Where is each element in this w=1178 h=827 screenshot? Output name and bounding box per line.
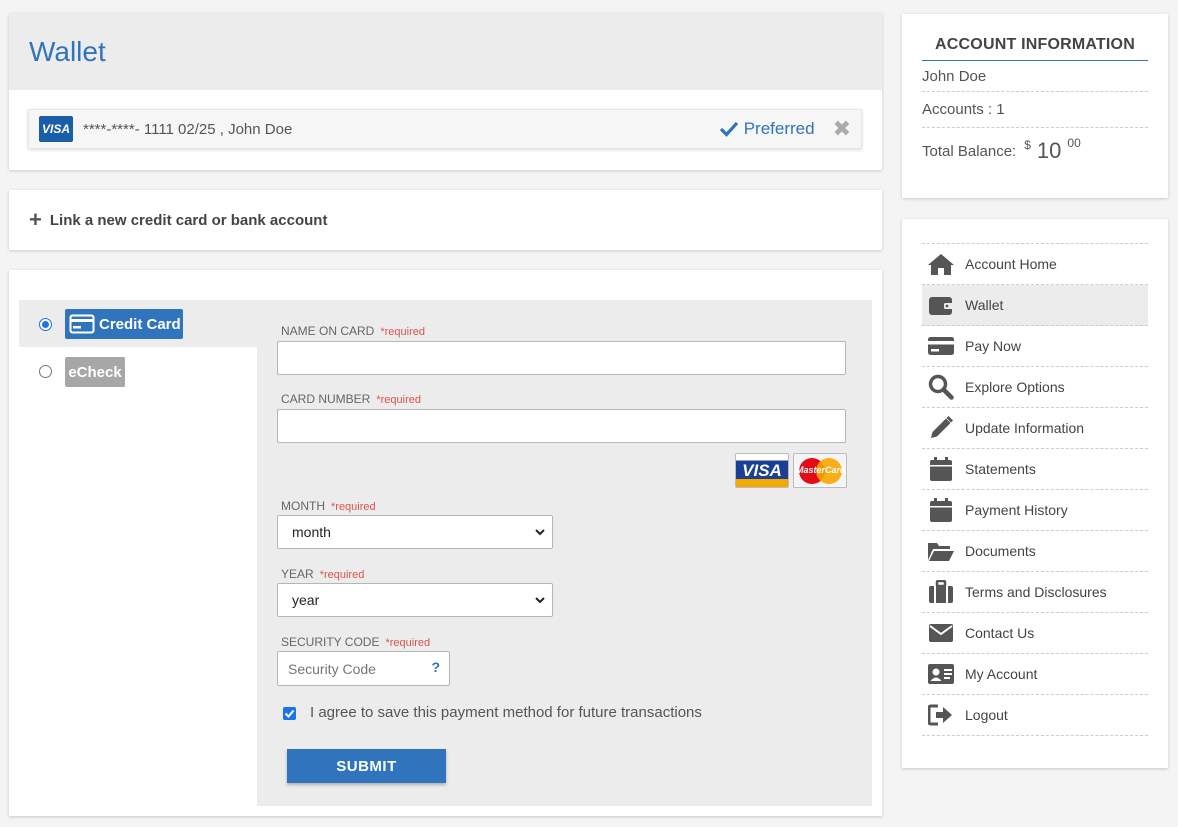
agree-label: I agree to save this payment method for … [310,704,702,721]
checkmark-icon [284,709,295,718]
preferred-indicator[interactable]: Preferred [719,119,815,139]
account-info-panel: ACCOUNT INFORMATION John Doe Accounts : … [902,14,1168,198]
credit-card-tab[interactable]: Credit Card [65,309,183,339]
sidebar-item-label: Payment History [965,502,1068,518]
balance-cents: 00 [1067,136,1081,150]
mastercard-logo-icon: MasterCard [793,453,847,488]
agree-checkbox[interactable] [283,707,296,720]
sidebar-item-label: Statements [965,461,1036,477]
sidebar-item-label: Contact Us [965,625,1035,641]
sidebar-item-update-information[interactable]: Update Information [922,408,1148,449]
visa-logo-icon: VISA [735,453,789,488]
card-number-label: CARD NUMBER *required [281,392,421,406]
link-new-account-button[interactable]: + Link a new credit card or bank account [9,190,882,250]
account-info-title: ACCOUNT INFORMATION [922,36,1148,61]
folder-open-icon [927,539,955,563]
card-number-input[interactable] [277,409,846,443]
visa-icon: VISA [39,116,73,142]
sidebar-item-label: Account Home [965,256,1057,272]
payment-form: Credit Card eCheck NAME ON CARD *required… [19,300,872,806]
account-holder-name: John Doe [922,61,1148,92]
security-code-input[interactable] [277,651,450,686]
sidebar-item-payment-history[interactable]: Payment History [922,490,1148,531]
sidebar-item-statements[interactable]: Statements [922,449,1148,490]
payment-method-selector: Credit Card eCheck [19,300,257,806]
month-select[interactable]: month [277,515,553,549]
sidebar-item-account-home[interactable]: Account Home [922,244,1148,285]
credit-card-tab-label: Credit Card [99,315,181,333]
calendar-icon [927,457,955,481]
name-on-card-input[interactable] [277,341,846,375]
month-select-value: month [292,524,331,540]
month-label: MONTH *required [281,499,376,513]
id-card-icon [927,662,955,686]
accepted-cards: VISA MasterCard [735,453,847,488]
echeck-radio[interactable] [39,365,52,378]
security-code-label: SECURITY CODE *required [281,635,431,649]
home-icon [927,252,955,276]
sidebar-item-wallet[interactable]: Wallet [922,285,1148,326]
remove-card-button[interactable]: ✖ [833,118,851,140]
security-code-help-icon[interactable]: ? [431,659,440,675]
sidebar-item-documents[interactable]: Documents [922,531,1148,572]
chevron-down-icon [535,597,545,604]
year-select[interactable]: year [277,583,553,617]
credit-card-icon [927,334,955,358]
plus-icon: + [29,207,42,232]
sidebar-item-label: Wallet [965,297,1004,313]
pencil-icon [927,415,955,440]
wallet-icon [927,293,955,317]
chevron-down-icon [535,529,545,536]
sidebar-item-my-account[interactable]: My Account [922,654,1148,695]
sidebar-item-label: My Account [965,666,1038,682]
logout-icon [927,703,955,727]
year-select-value: year [292,592,320,608]
total-balance: Total Balance: $ 10 00 [922,128,1148,174]
envelope-icon [927,621,955,645]
sidebar-item-contact-us[interactable]: Contact Us [922,613,1148,654]
calendar-icon [927,498,955,522]
sidebar-item-label: Documents [965,543,1036,559]
preferred-label: Preferred [743,119,815,138]
payment-form-panel: Credit Card eCheck NAME ON CARD *required… [9,270,882,816]
credit-card-icon [69,314,95,334]
security-code-field: ? [277,651,450,686]
saved-card-row[interactable]: VISA ****-****- 1111 02/25 , John Doe Pr… [28,109,862,149]
saved-card-description: ****-****- 1111 02/25 , John Doe [83,120,293,138]
sidebar-item-label: Logout [965,707,1008,723]
sidebar-item-explore-options[interactable]: Explore Options [922,367,1148,408]
name-on-card-label: NAME ON CARD *required [281,324,425,338]
briefcase-icon [927,580,955,604]
sidebar-item-pay-now[interactable]: Pay Now [922,326,1148,367]
sidebar-item-logout[interactable]: Logout [922,695,1148,736]
credit-card-radio[interactable] [39,318,52,331]
checkmark-icon [719,121,738,137]
wallet-header: Wallet [9,13,882,90]
search-icon [927,374,955,400]
sidebar-item-terms-and-disclosures[interactable]: Terms and Disclosures [922,572,1148,613]
nav-list: Account Home Wallet Pay Now Explore Opti… [922,243,1148,736]
link-new-account-label: Link a new credit card or bank account [49,211,328,229]
sidebar-item-label: Explore Options [965,379,1065,395]
sidebar-item-label: Update Information [965,420,1085,436]
sidebar-item-label: Terms and Disclosures [965,584,1107,600]
echeck-tab[interactable]: eCheck [65,357,125,387]
year-label: YEAR *required [281,567,365,581]
sidebar-nav: Account Home Wallet Pay Now Explore Opti… [902,219,1168,768]
total-balance-label: Total Balance: [922,142,1017,160]
wallet-panel: Wallet VISA ****-****- 1111 02/25 , John… [9,13,882,170]
balance-amount: 10 [1036,138,1062,163]
balance-currency: $ [1024,138,1031,152]
submit-button[interactable]: SUBMIT [287,749,446,783]
page-title: Wallet [29,35,106,67]
sidebar-item-label: Pay Now [965,338,1022,354]
accounts-count: Accounts : 1 [922,92,1148,128]
